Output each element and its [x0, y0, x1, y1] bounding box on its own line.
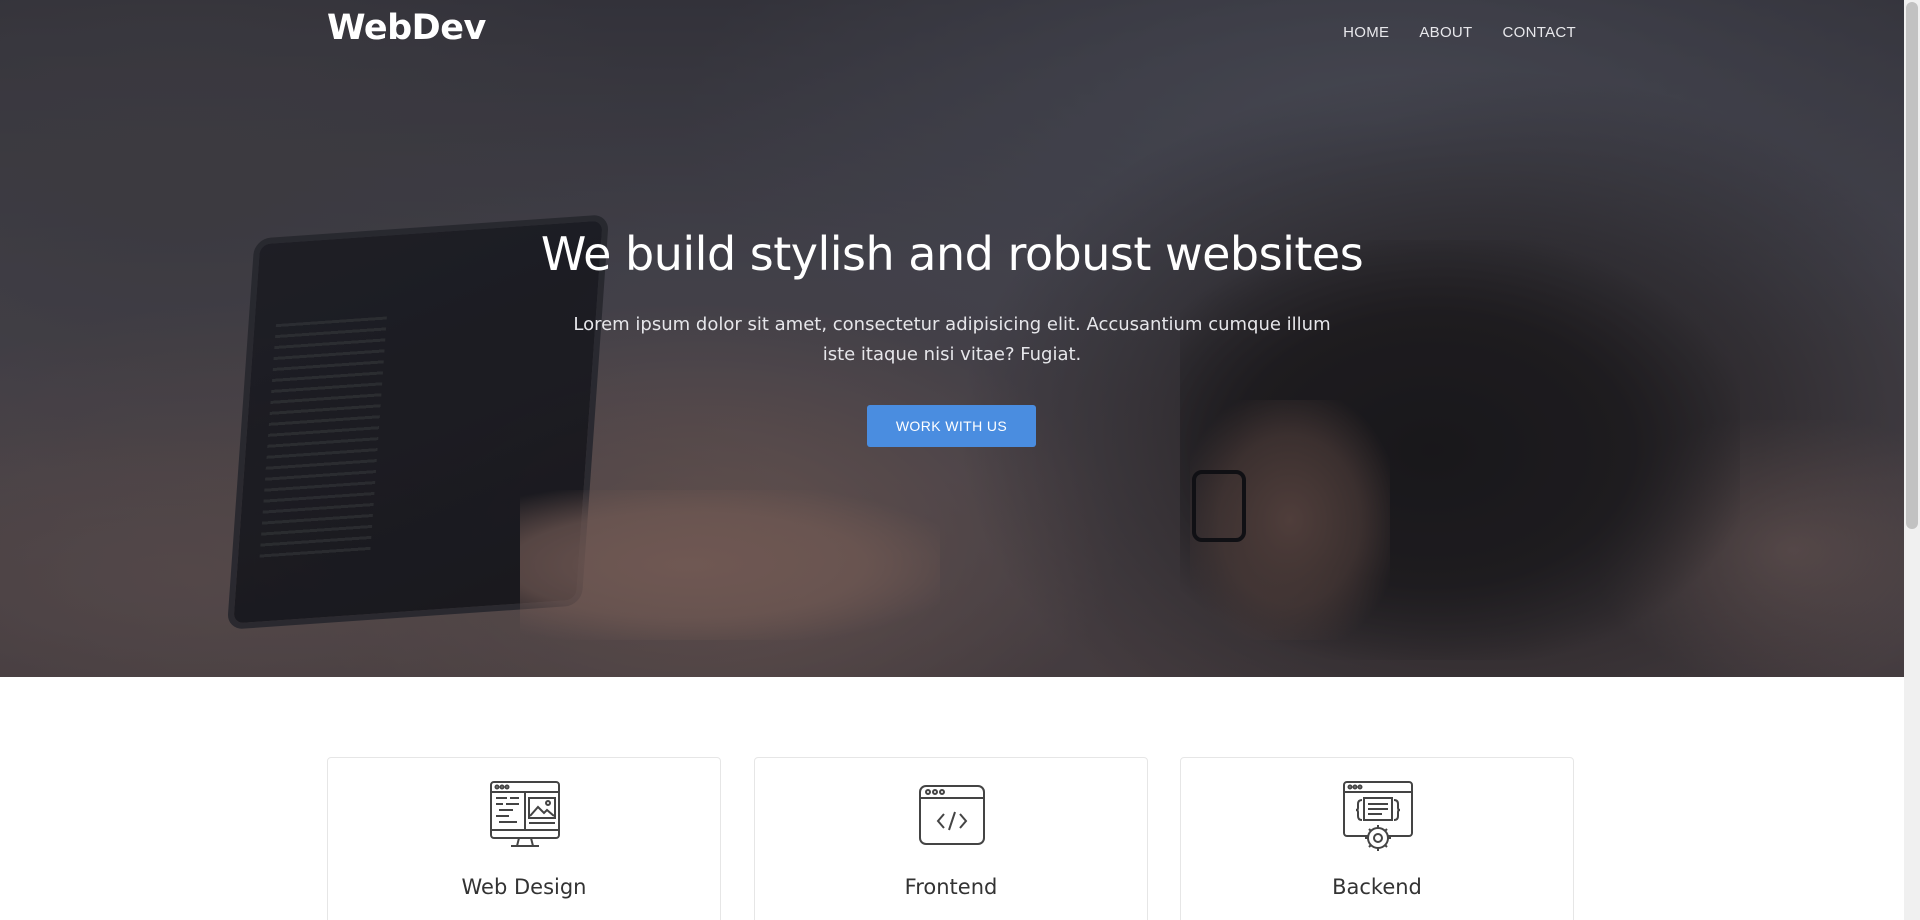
- top-navbar: WebDev HOME ABOUT CONTACT: [0, 0, 1904, 64]
- service-card-web-design: Web Design: [327, 757, 721, 920]
- work-with-us-button[interactable]: WORK WITH US: [867, 405, 1036, 447]
- web-design-icon: [490, 781, 560, 847]
- page: WebDev HOME ABOUT CONTACT We build styli…: [0, 0, 1920, 920]
- brand-logo[interactable]: WebDev: [327, 8, 486, 48]
- nav-link-about[interactable]: ABOUT: [1419, 24, 1472, 41]
- server-settings-icon: [1343, 781, 1413, 851]
- page-scrollbar[interactable]: [1904, 0, 1920, 920]
- hero-subtitle: Lorem ipsum dolor sit amet, consectetur …: [573, 314, 1331, 365]
- hero-title: We build stylish and robust websites: [540, 227, 1364, 281]
- service-card-backend: Backend: [1180, 757, 1574, 920]
- nav-link-contact[interactable]: CONTACT: [1503, 24, 1576, 41]
- service-title: Backend: [1332, 875, 1422, 899]
- nav-link-home[interactable]: HOME: [1343, 24, 1389, 41]
- nav-links: HOME ABOUT CONTACT: [1343, 24, 1576, 41]
- service-card-frontend: Frontend: [754, 757, 1148, 920]
- service-title: Frontend: [904, 875, 998, 899]
- service-title: Web Design: [461, 875, 587, 899]
- hero-section: WebDev HOME ABOUT CONTACT We build styli…: [0, 0, 1904, 677]
- code-window-icon: [919, 785, 985, 845]
- scrollbar-thumb[interactable]: [1906, 2, 1918, 529]
- services-section: Web Design Frontend Backend: [0, 677, 1904, 920]
